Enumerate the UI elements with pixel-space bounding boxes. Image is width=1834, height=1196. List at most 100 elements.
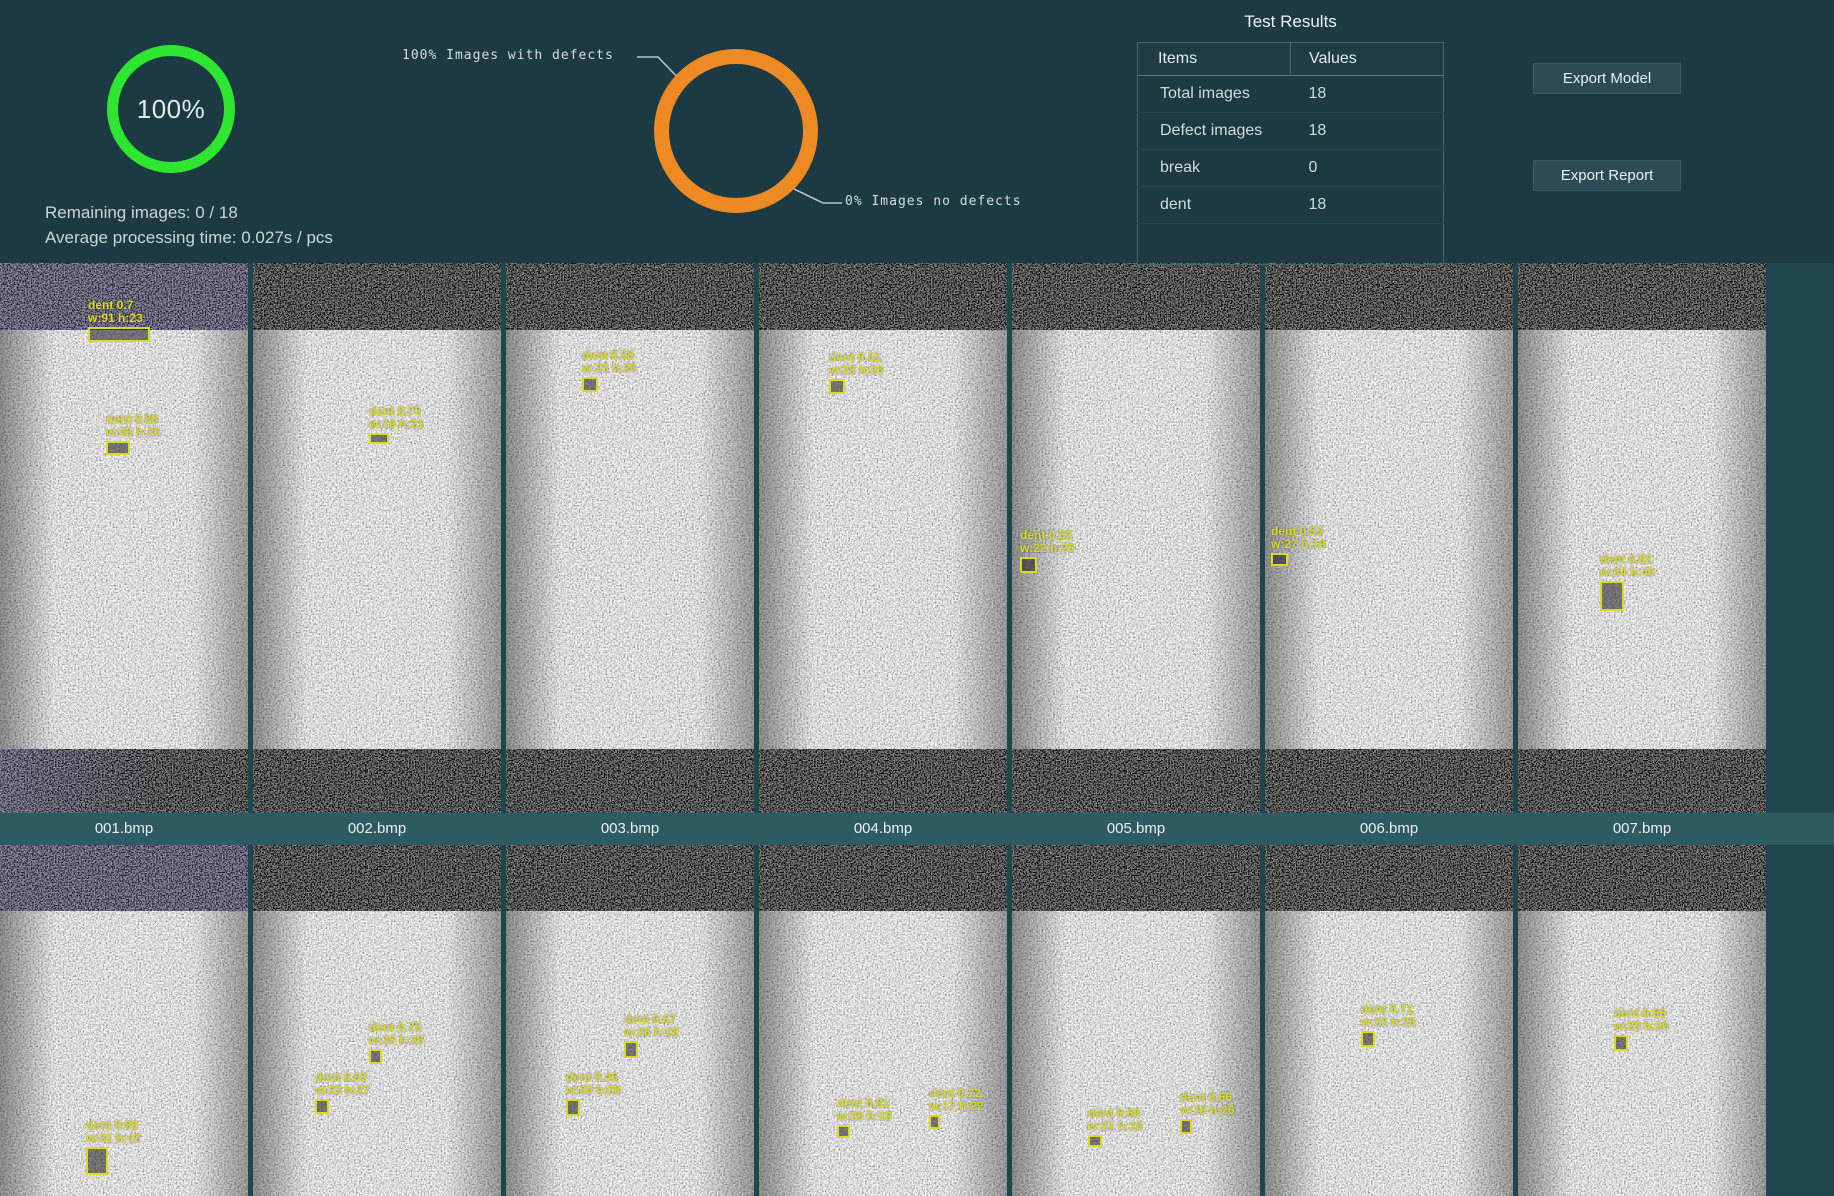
defect-bounding-box xyxy=(1020,557,1037,573)
image-tile-row2-7[interactable]: dent 0.65w:23 h:26 xyxy=(1518,845,1766,1196)
row-label: break xyxy=(1138,150,1291,187)
donut-label-with-defects: 100% Images with defects xyxy=(402,48,614,63)
defect-annotation: dent 0.7w:91 h:23 xyxy=(88,299,150,342)
defect-annotation: dent 0.53w:27 h:19 xyxy=(1271,525,1326,566)
image-tile-row1-7[interactable]: dent 0.82w:34 h:40 xyxy=(1518,263,1766,813)
tile-row-1: dent 0.7w:91 h:23dent 0.88w:45 h:26dent … xyxy=(0,263,1834,813)
defect-size: w:20 h:28 xyxy=(566,1084,621,1097)
filename-label: 002.bmp xyxy=(253,813,501,845)
image-tile-row2-6[interactable]: dent 0.71w:22 h:26 xyxy=(1265,845,1513,1196)
filename-label: 001.bmp xyxy=(0,813,248,845)
defect-annotation: dent 0.65w:23 h:26 xyxy=(1614,1007,1669,1051)
defect-annotation: dent 0.51w:25 h:26 xyxy=(829,351,884,394)
defect-annotation: dent 0.67w:26 h:28 xyxy=(624,1013,679,1058)
image-tile-row1-5[interactable]: dent 0.52w:22 h:25 xyxy=(1012,263,1260,813)
row-value: 0 xyxy=(1291,150,1444,187)
export-report-button[interactable]: Export Report xyxy=(1533,160,1681,191)
image-tile-row1-2[interactable]: dent 0.73w:19 h:21 xyxy=(253,263,501,813)
defect-bounding-box xyxy=(837,1125,850,1138)
filename-label: 005.bmp xyxy=(1012,813,1260,845)
defect-annotation: dent 0.73w:19 h:21 xyxy=(369,405,424,444)
defect-size: w:34 h:40 xyxy=(1600,566,1655,579)
defect-bounding-box xyxy=(1361,1031,1375,1047)
defect-annotation: dent 0.58w:23 h:26 xyxy=(582,349,637,392)
defect-size: w:19 h:21 xyxy=(369,418,424,431)
donut-label-no-defects: 0% Images no defects xyxy=(845,194,1022,209)
defect-bounding-box xyxy=(582,377,598,392)
tile-row-2: dent 0.89w:31 h:42dent 0.75w:20 h:28dent… xyxy=(0,845,1834,1196)
defect-size: w:20 h:18 xyxy=(837,1110,892,1123)
row-value: 18 xyxy=(1291,113,1444,150)
defect-bounding-box xyxy=(929,1115,940,1129)
defect-size: w:22 h:26 xyxy=(1361,1016,1416,1029)
image-tile-row1-6[interactable]: dent 0.53w:27 h:19 xyxy=(1265,263,1513,813)
defect-size: w:18 h:26 xyxy=(1180,1104,1235,1117)
defect-bounding-box xyxy=(315,1099,329,1114)
defect-size: w:25 h:26 xyxy=(829,364,884,377)
defect-bounding-box xyxy=(88,327,150,342)
defect-annotation: dent 0.66w:18 h:26 xyxy=(1180,1091,1235,1134)
column-header-items: Items xyxy=(1138,43,1291,76)
avg-processing-time-text: Average processing time: 0.027s / pcs xyxy=(45,228,333,248)
defect-annotation: dent 0.81w:20 h:18 xyxy=(837,1097,892,1138)
defect-donut-chart xyxy=(654,49,818,213)
defect-annotation: dent 0.46w:20 h:28 xyxy=(566,1071,621,1116)
image-tile-row2-3[interactable]: dent 0.67w:26 h:28dent 0.46w:20 h:28 xyxy=(506,845,754,1196)
image-tile-row1-1[interactable]: dent 0.7w:91 h:23 dent 0.88w:45 h:26 xyxy=(0,263,248,813)
defect-size: w:21 h:18 xyxy=(1088,1120,1143,1133)
defect-size: w:20 h:28 xyxy=(369,1034,424,1047)
donut-callout-lines xyxy=(0,0,1834,263)
image-tile-row1-3[interactable]: dent 0.58w:23 h:26 xyxy=(506,263,754,813)
defect-annotation: dent 0.88w:45 h:26 xyxy=(106,413,161,455)
defect-annotation: dent 0.69w:21 h:18 xyxy=(1088,1107,1143,1147)
defect-size: w:31 h:42 xyxy=(86,1132,141,1145)
defect-size: w:17 h:22 xyxy=(929,1100,984,1113)
header-panel: 100% 100% Images with defects 0% Images … xyxy=(0,0,1834,263)
defect-size: w:91 h:23 xyxy=(88,312,150,325)
image-tile-row2-4[interactable]: dent 0.81w:20 h:18 dent 0.72w:17 h:22 xyxy=(759,845,1007,1196)
defect-annotation: dent 0.52w:22 h:25 xyxy=(1020,529,1075,573)
defect-bounding-box xyxy=(1600,581,1624,611)
defect-size: w:22 h:25 xyxy=(1020,542,1075,555)
progress-value: 100% xyxy=(137,94,206,125)
table-row: Defect images 18 xyxy=(1138,113,1444,150)
defect-bounding-box xyxy=(369,433,389,444)
test-results-panel: Test Results Items Values Total images 1… xyxy=(1137,8,1444,265)
image-tile-row2-2[interactable]: dent 0.75w:20 h:28 dent 0.63w:23 h:27 xyxy=(253,845,501,1196)
defect-bounding-box xyxy=(369,1049,382,1064)
row-label: Defect images xyxy=(1138,113,1291,150)
defect-bounding-box xyxy=(829,379,845,394)
defect-size: w:26 h:28 xyxy=(624,1026,679,1039)
progress-ring: 100% xyxy=(107,45,235,173)
defect-size: w:23 h:26 xyxy=(582,362,637,375)
defect-annotation: dent 0.72w:17 h:22 xyxy=(929,1087,984,1129)
defect-bounding-box xyxy=(1271,553,1288,566)
image-tile-row1-4[interactable]: dent 0.51w:25 h:26 xyxy=(759,263,1007,813)
defect-bounding-box xyxy=(1088,1135,1102,1147)
row-label: dent xyxy=(1138,187,1291,224)
row-label: Total images xyxy=(1138,76,1291,113)
defect-size: w:23 h:26 xyxy=(1614,1020,1669,1033)
table-row: Total images 18 xyxy=(1138,76,1444,113)
export-model-button[interactable]: Export Model xyxy=(1533,63,1681,94)
defect-size: w:23 h:27 xyxy=(315,1084,370,1097)
defect-annotation: dent 0.75w:20 h:28 xyxy=(369,1021,424,1064)
table-row: dent 18 xyxy=(1138,187,1444,224)
defect-annotation: dent 0.82w:34 h:40 xyxy=(1600,553,1655,611)
defect-bounding-box xyxy=(566,1099,580,1116)
filename-label: 003.bmp xyxy=(506,813,754,845)
defect-annotation: dent 0.63w:23 h:27 xyxy=(315,1071,370,1114)
defect-bounding-box xyxy=(106,441,130,455)
image-grid: dent 0.7w:91 h:23dent 0.88w:45 h:26dent … xyxy=(0,263,1834,1196)
image-tile-row2-1[interactable]: dent 0.89w:31 h:42 xyxy=(0,845,248,1196)
defect-bounding-box xyxy=(1614,1035,1628,1051)
image-tile-row2-5[interactable]: dent 0.69w:21 h:18 dent 0.66w:18 h:26 xyxy=(1012,845,1260,1196)
defect-annotation: dent 0.71w:22 h:26 xyxy=(1361,1003,1416,1047)
defect-bounding-box xyxy=(624,1041,638,1058)
defect-bounding-box xyxy=(1180,1119,1192,1134)
defect-size: w:27 h:19 xyxy=(1271,538,1326,551)
test-results-title: Test Results xyxy=(1137,8,1444,36)
table-row: break 0 xyxy=(1138,150,1444,187)
test-results-table: Items Values Total images 18 Defect imag… xyxy=(1137,42,1444,265)
row-value: 18 xyxy=(1291,76,1444,113)
